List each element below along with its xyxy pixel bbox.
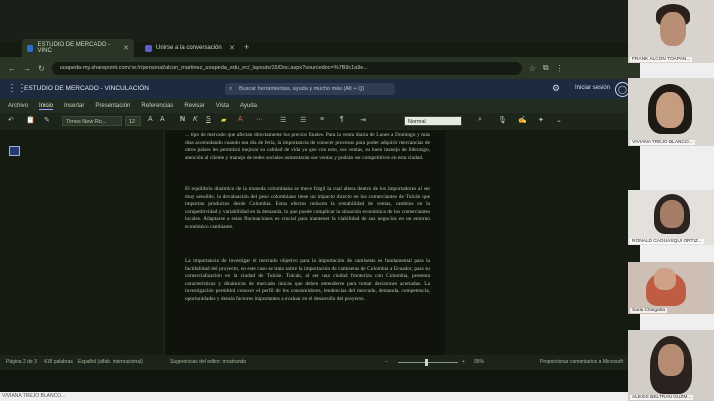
ribbon-tabs: Archivo Inicio Insertar Presentación Ref… [0, 99, 640, 113]
star-icon[interactable]: ☆ [529, 64, 536, 73]
align-icon[interactable]: ≡ [320, 116, 324, 123]
tab-ayuda[interactable]: Ayuda [240, 103, 257, 109]
reload-icon[interactable]: ↻ [38, 64, 45, 73]
tab-insertar[interactable]: Insertar [64, 103, 84, 109]
participant-strip: FRANK ALCON TOAPAN... VIVIANA TREJO BLAN… [628, 0, 714, 401]
zoom-in-icon[interactable]: + [462, 359, 465, 365]
participant-video [660, 200, 684, 228]
zoom-slider-thumb[interactable] [425, 359, 428, 366]
grow-font-icon[interactable]: A [148, 116, 153, 123]
participant-tile[interactable]: RONALD CAGUASQUI ORTIZ... [628, 190, 714, 245]
participant-tile[interactable]: ALEXIS BELTRAN GUZM... [628, 330, 714, 401]
monitor-screen: ESTUDIO DE MERCADO - VINC ✕ Unirse a la … [0, 0, 640, 392]
participant-tile[interactable]: Sarai Chingaña [628, 262, 714, 314]
participant-video [656, 92, 684, 128]
style-select[interactable]: Normal [404, 116, 462, 126]
participant-tile[interactable]: FRANK ALCON TOAPAN... [628, 0, 714, 63]
document-paragraph[interactable]: El equilibrio dinámico de la moneda colo… [185, 186, 430, 231]
participant-name: VIVIANA TREJO BLANCO... [2, 393, 66, 399]
designer-icon[interactable]: ✦ [538, 116, 544, 124]
browser-tab-document[interactable]: ESTUDIO DE MERCADO - VINC ✕ [22, 39, 134, 57]
document-paragraph[interactable]: La importancia de investigar el mercado … [185, 258, 430, 303]
document-title[interactable]: ESTUDIO DE MERCADO - VINCULACIÓN [24, 85, 149, 92]
search-input[interactable]: ⌕ Buscar herramientas, ayuda y mucho más… [225, 83, 395, 95]
paragraph-icon[interactable]: ¶ [340, 116, 344, 123]
shrink-font-icon[interactable]: A [160, 116, 165, 123]
page-count: Página 2 de 3 [6, 359, 37, 365]
indent-icon[interactable]: ⇥ [360, 116, 366, 124]
bold-button[interactable]: N [180, 116, 185, 123]
browser-tab-label: Unirse a la conversación [156, 45, 222, 51]
find-icon[interactable]: ⌕ [478, 116, 482, 124]
zoom-slider[interactable] [398, 362, 458, 363]
tab-presentacion[interactable]: Presentación [95, 103, 130, 109]
zoom-level[interactable]: 95% [474, 359, 484, 365]
close-icon[interactable]: ✕ [123, 44, 129, 52]
underline-button[interactable]: S [206, 116, 211, 123]
participant-name: RONALD CAGUASQUI ORTIZ... [630, 239, 704, 244]
document-paragraph[interactable]: ... tipo de mercado que afectan directam… [185, 132, 430, 162]
url-input[interactable]: uoapeda-my.sharepoint.com/:w:/r/personal… [51, 61, 522, 75]
left-margin [0, 130, 165, 355]
highlight-icon[interactable]: ▰ [221, 116, 226, 124]
tab-vista[interactable]: Vista [216, 103, 229, 109]
font-name-select[interactable]: Times New Ro... [62, 116, 122, 126]
more-icon[interactable]: ⌄ [556, 116, 562, 124]
back-arrow-icon[interactable]: ← [8, 64, 16, 73]
address-bar: ← → ↻ uoapeda-my.sharepoint.com/:w:/r/pe… [0, 57, 640, 79]
ribbon-toolbar: ↶ 📋 ✎ Times New Ro... 12 A A N K S ▰ A ·… [0, 113, 640, 130]
feedback-link[interactable]: Proporcionar comentarios a Microsoft [540, 359, 623, 365]
paste-icon[interactable]: 📋 [26, 116, 35, 124]
browser-tab-bar [0, 0, 640, 42]
bullets-icon[interactable]: ☰ [280, 116, 286, 124]
numbering-icon[interactable]: ☰ [300, 116, 306, 124]
dictate-icon[interactable]: 🎙 [498, 116, 507, 124]
participant-video [660, 12, 686, 46]
monitor-bezel [0, 370, 640, 392]
close-icon[interactable]: ✕ [229, 44, 235, 52]
participant-name: FRANK ALCON TOAPAN... [630, 57, 693, 62]
tab-archivo[interactable]: Archivo [8, 103, 28, 109]
undo-icon[interactable]: ↶ [8, 116, 14, 124]
participant-tile[interactable]: VIVIANA TREJO BLANCO... [628, 78, 714, 146]
right-margin [445, 130, 640, 355]
tab-inicio[interactable]: Inicio [39, 103, 54, 110]
editor-icon[interactable]: ✍ [518, 116, 527, 124]
browser-tab-teams[interactable]: Unirse a la conversación ✕ [140, 39, 240, 57]
forward-arrow-icon[interactable]: → [23, 64, 31, 73]
teams-favicon-icon [145, 44, 152, 52]
editor-suggestions[interactable]: Sugerencias del editor: mostrando [170, 359, 246, 365]
gear-icon[interactable]: ⚙ [552, 83, 560, 94]
more-format-icon[interactable]: ··· [256, 116, 263, 123]
italic-button[interactable]: K [193, 116, 198, 123]
word-favicon-icon [27, 44, 34, 52]
zoom-out-icon[interactable]: − [385, 359, 388, 365]
search-placeholder: Buscar herramientas, ayuda y mucho más (… [239, 86, 365, 92]
tab-referencias[interactable]: Referencias [141, 103, 173, 109]
tab-revisar[interactable]: Revisar [184, 103, 204, 109]
navigation-pane-icon[interactable] [9, 146, 20, 156]
participant-name: Sarai Chingaña [630, 308, 668, 313]
font-size-select[interactable]: 12 [125, 116, 141, 126]
format-painter-icon[interactable]: ✎ [44, 116, 50, 124]
word-count: 418 palabras [44, 359, 73, 365]
sign-in-link[interactable]: Iniciar sesión [575, 85, 610, 91]
participant-name: ALEXIS BELTRAN GUZM... [630, 395, 694, 400]
document-page[interactable]: ... tipo de mercado que afectan directam… [165, 130, 445, 355]
participant-video [654, 268, 676, 290]
participant-video [658, 344, 684, 376]
font-color-icon[interactable]: A [238, 116, 243, 123]
search-icon: ⌕ [229, 86, 233, 92]
participant-name: VIVIANA TREJO BLANCO... [630, 140, 695, 145]
status-bar: Página 2 de 3 418 palabras Español (alfa… [0, 355, 640, 370]
more-icon[interactable]: ⋮ [556, 64, 564, 73]
extensions-icon[interactable]: ⧉ [543, 63, 549, 73]
browser-tab-label: ESTUDIO DE MERCADO - VINC [37, 42, 111, 54]
word-title-bar: ⋮⋮ ESTUDIO DE MERCADO - VINCULACIÓN ⌕ Bu… [0, 79, 640, 99]
language-indicator[interactable]: Español (alfab. internacional) [78, 359, 143, 365]
new-tab-icon[interactable]: + [244, 42, 249, 52]
